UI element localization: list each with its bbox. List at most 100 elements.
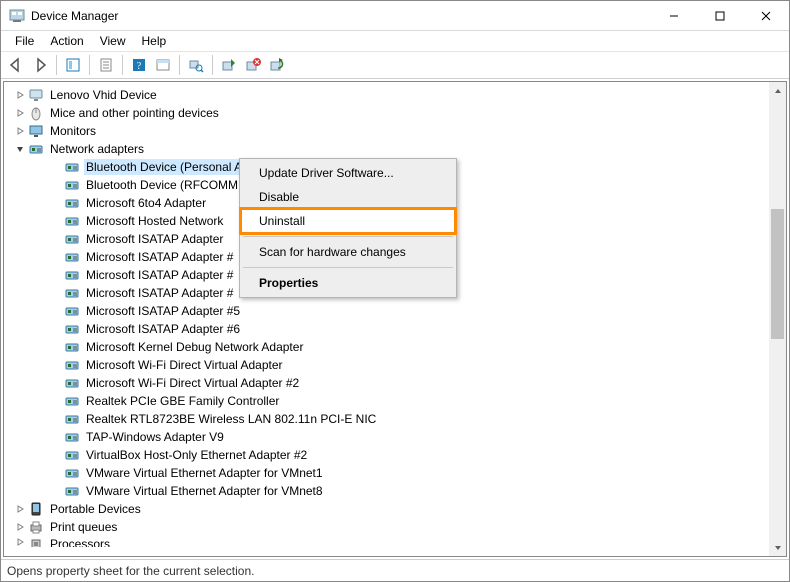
tree-leaf-label: TAP-Windows Adapter V9 bbox=[84, 429, 226, 445]
spacer bbox=[50, 215, 62, 227]
context-menu: Update Driver Software... Disable Uninst… bbox=[239, 158, 457, 298]
tree-leaf[interactable]: Microsoft Kernel Debug Network Adapter bbox=[50, 338, 767, 356]
tree-node[interactable]: Processors bbox=[14, 536, 767, 547]
status-text: Opens property sheet for the current sel… bbox=[7, 564, 254, 578]
properties-button[interactable] bbox=[95, 54, 117, 76]
tree-node[interactable]: Mice and other pointing devices bbox=[14, 104, 767, 122]
svg-text:?: ? bbox=[137, 61, 142, 72]
scroll-track[interactable] bbox=[769, 99, 786, 539]
nic-icon bbox=[64, 249, 80, 265]
tree-leaf[interactable]: Realtek RTL8723BE Wireless LAN 802.11n P… bbox=[50, 410, 767, 428]
nic-icon bbox=[64, 213, 80, 229]
spacer bbox=[50, 467, 62, 479]
device-tree[interactable]: Lenovo Vhid Device Mice and other pointin… bbox=[4, 82, 769, 556]
tree-leaf[interactable]: VMware Virtual Ethernet Adapter for VMne… bbox=[50, 464, 767, 482]
update-driver-button[interactable] bbox=[218, 54, 240, 76]
spacer bbox=[50, 269, 62, 281]
device-icon bbox=[28, 87, 44, 103]
tree-node-label: Lenovo Vhid Device bbox=[48, 87, 159, 103]
ctx-uninstall[interactable]: Uninstall bbox=[241, 209, 455, 233]
toolbar-separator bbox=[212, 55, 213, 75]
tree-leaf[interactable]: TAP-Windows Adapter V9 bbox=[50, 428, 767, 446]
menu-help[interactable]: Help bbox=[134, 32, 175, 50]
spacer bbox=[50, 305, 62, 317]
menu-file[interactable]: File bbox=[7, 32, 42, 50]
back-button[interactable] bbox=[5, 54, 27, 76]
refresh-button[interactable] bbox=[266, 54, 288, 76]
ctx-properties[interactable]: Properties bbox=[241, 271, 455, 295]
scroll-up-button[interactable] bbox=[769, 82, 786, 99]
chevron-right-icon[interactable] bbox=[14, 89, 26, 101]
nic-icon bbox=[64, 465, 80, 481]
minimize-button[interactable] bbox=[651, 1, 697, 31]
nic-icon bbox=[64, 195, 80, 211]
legacy-properties-button[interactable] bbox=[152, 54, 174, 76]
show-hide-console-tree-button[interactable] bbox=[62, 54, 84, 76]
nic-icon bbox=[64, 447, 80, 463]
nic-icon bbox=[64, 285, 80, 301]
ctx-scan-hardware[interactable]: Scan for hardware changes bbox=[241, 240, 455, 264]
spacer bbox=[50, 431, 62, 443]
tree-leaf-label: VMware Virtual Ethernet Adapter for VMne… bbox=[84, 465, 325, 481]
tree-leaf-label: Microsoft 6to4 Adapter bbox=[84, 195, 208, 211]
tree-node-label: Monitors bbox=[48, 123, 98, 139]
tree-leaf[interactable]: Realtek PCIe GBE Family Controller bbox=[50, 392, 767, 410]
spacer bbox=[50, 377, 62, 389]
tree-leaf[interactable]: Microsoft Wi-Fi Direct Virtual Adapter bbox=[50, 356, 767, 374]
statusbar: Opens property sheet for the current sel… bbox=[1, 559, 789, 581]
tree-leaf-label: VirtualBox Host-Only Ethernet Adapter #2 bbox=[84, 447, 309, 463]
spacer bbox=[50, 395, 62, 407]
tree-node[interactable]: Print queues bbox=[14, 518, 767, 536]
spacer bbox=[50, 485, 62, 497]
menu-action[interactable]: Action bbox=[42, 32, 91, 50]
tree-leaf-label: Microsoft ISATAP Adapter #5 bbox=[84, 303, 242, 319]
tree-leaf[interactable]: VMware Virtual Ethernet Adapter for VMne… bbox=[50, 482, 767, 500]
chevron-right-icon[interactable] bbox=[14, 536, 26, 547]
spacer bbox=[50, 197, 62, 209]
ctx-update-driver[interactable]: Update Driver Software... bbox=[241, 161, 455, 185]
tree-node[interactable]: Monitors bbox=[14, 122, 767, 140]
tree-node[interactable]: Portable Devices bbox=[14, 500, 767, 518]
chevron-right-icon[interactable] bbox=[14, 503, 26, 515]
nic-icon bbox=[64, 159, 80, 175]
scroll-thumb[interactable] bbox=[771, 209, 784, 339]
printer-icon bbox=[28, 519, 44, 535]
chevron-down-icon[interactable] bbox=[14, 143, 26, 155]
tree-leaf-label: Microsoft Wi-Fi Direct Virtual Adapter #… bbox=[84, 375, 301, 391]
maximize-button[interactable] bbox=[697, 1, 743, 31]
scan-hardware-button[interactable] bbox=[185, 54, 207, 76]
chevron-right-icon[interactable] bbox=[14, 521, 26, 533]
tree-leaf-label: Microsoft ISATAP Adapter bbox=[84, 231, 225, 247]
network-icon bbox=[28, 141, 44, 157]
help-button[interactable]: ? bbox=[128, 54, 150, 76]
toolbar-separator bbox=[122, 55, 123, 75]
app-icon bbox=[9, 8, 25, 24]
uninstall-device-button[interactable] bbox=[242, 54, 264, 76]
tree-leaf[interactable]: Microsoft ISATAP Adapter #5 bbox=[50, 302, 767, 320]
toolbar-separator bbox=[89, 55, 90, 75]
tree-node-label: Mice and other pointing devices bbox=[48, 105, 221, 121]
spacer bbox=[50, 161, 62, 173]
tree-leaf[interactable]: VirtualBox Host-Only Ethernet Adapter #2 bbox=[50, 446, 767, 464]
tree-node-label: Portable Devices bbox=[48, 501, 143, 517]
close-button[interactable] bbox=[743, 1, 789, 31]
menubar: File Action View Help bbox=[1, 31, 789, 51]
client-area: Lenovo Vhid Device Mice and other pointin… bbox=[3, 81, 787, 557]
portable-icon bbox=[28, 501, 44, 517]
tree-leaf-label: Microsoft ISATAP Adapter # bbox=[84, 249, 235, 265]
ctx-disable[interactable]: Disable bbox=[241, 185, 455, 209]
monitor-icon bbox=[28, 123, 44, 139]
chevron-right-icon[interactable] bbox=[14, 125, 26, 137]
tree-node[interactable]: Lenovo Vhid Device bbox=[14, 86, 767, 104]
tree-leaf[interactable]: Microsoft ISATAP Adapter #6 bbox=[50, 320, 767, 338]
tree-leaf[interactable]: Microsoft Wi-Fi Direct Virtual Adapter #… bbox=[50, 374, 767, 392]
mouse-icon bbox=[28, 105, 44, 121]
tree-node[interactable]: Network adapters bbox=[14, 140, 767, 158]
scroll-down-button[interactable] bbox=[769, 539, 786, 556]
tree-leaf-label: Microsoft ISATAP Adapter #6 bbox=[84, 321, 242, 337]
chevron-right-icon[interactable] bbox=[14, 107, 26, 119]
spacer bbox=[50, 287, 62, 299]
menu-view[interactable]: View bbox=[92, 32, 134, 50]
forward-button[interactable] bbox=[29, 54, 51, 76]
vertical-scrollbar[interactable] bbox=[769, 82, 786, 556]
